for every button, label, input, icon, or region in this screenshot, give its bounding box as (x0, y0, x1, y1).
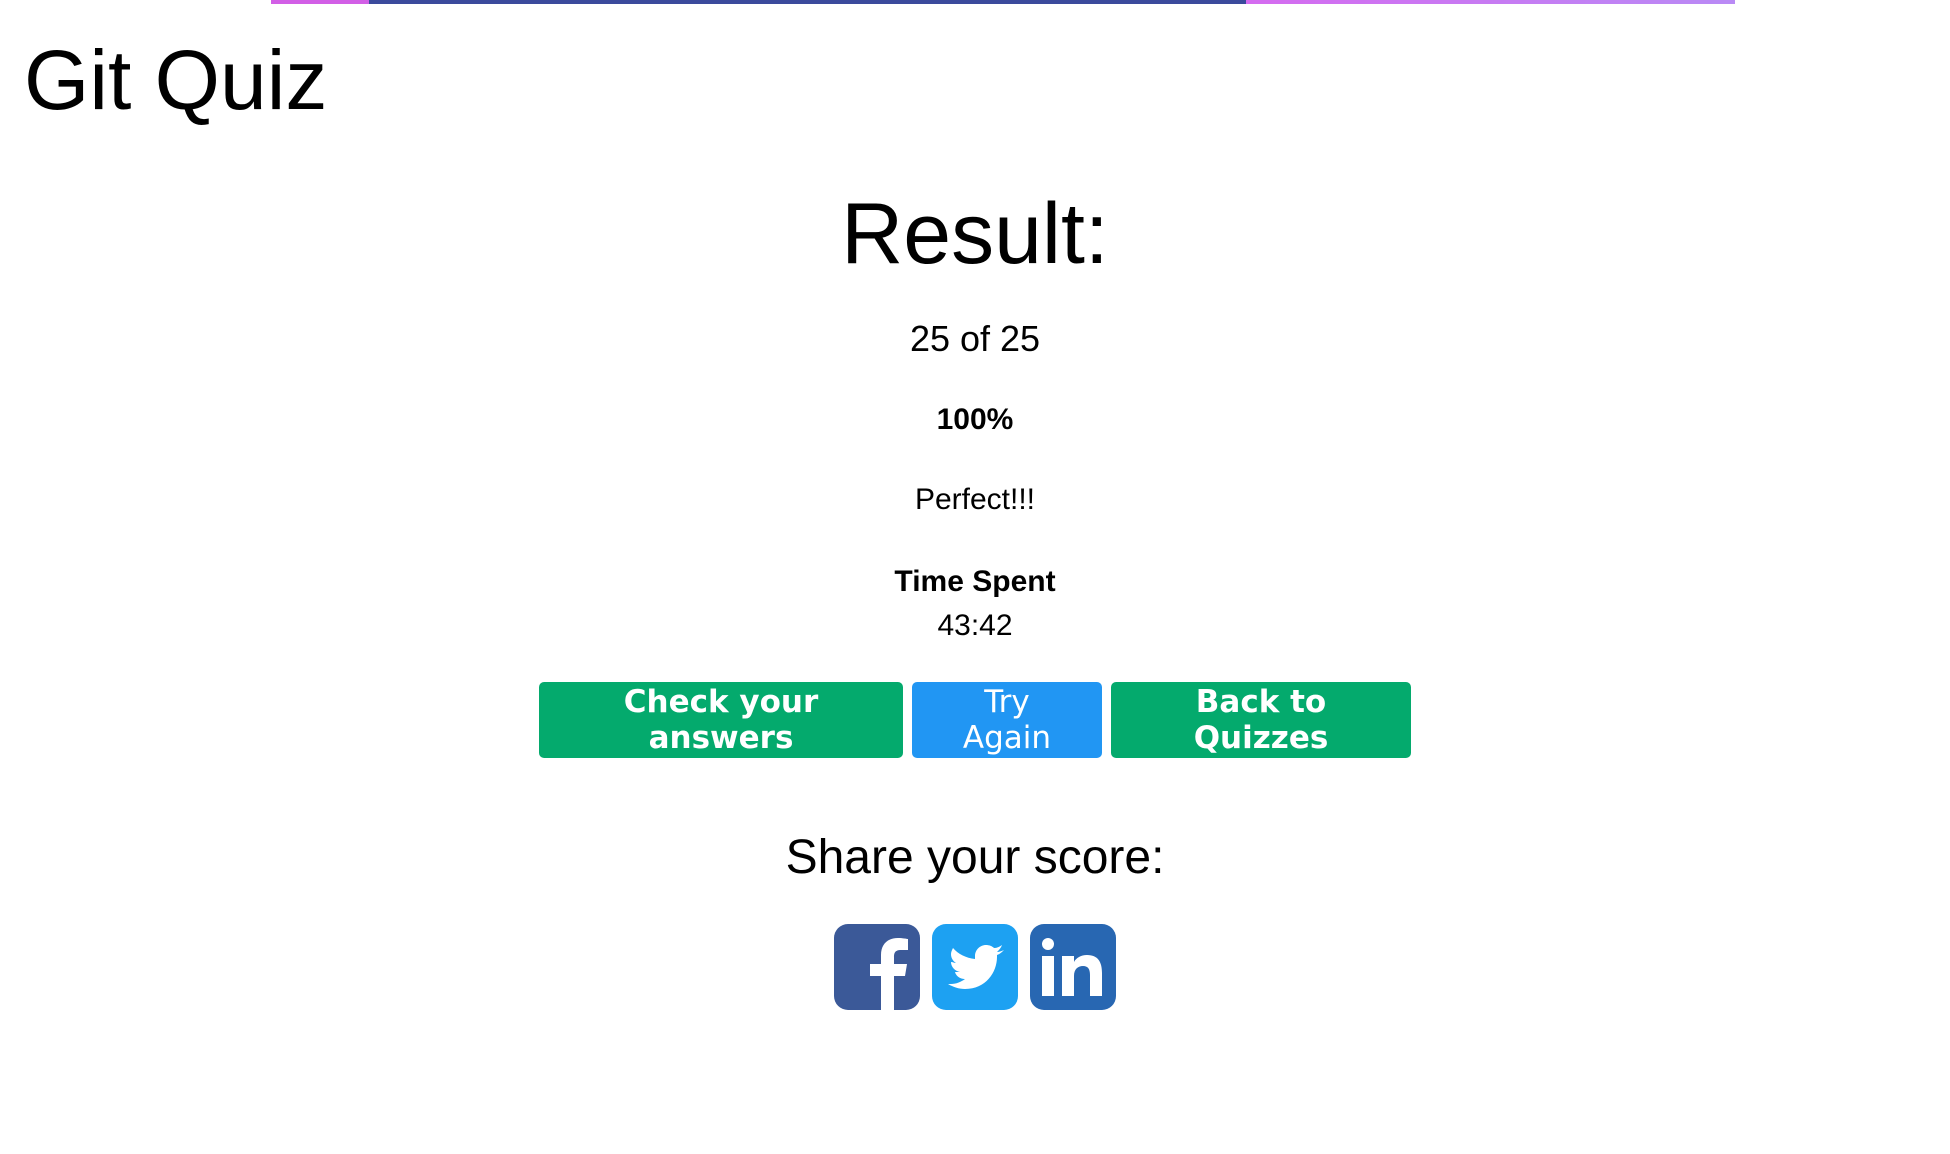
twitter-icon[interactable] (932, 924, 1018, 1010)
back-to-quizzes-button[interactable]: Back to Quizzes (1111, 682, 1411, 758)
result-actions: Check your answers Try Again Back to Qui… (0, 682, 1950, 758)
check-answers-button[interactable]: Check your answers (539, 682, 903, 758)
linkedin-glyph (1042, 938, 1102, 996)
progress-strip (271, 0, 1735, 4)
linkedin-icon[interactable] (1030, 924, 1116, 1010)
result-section: Result: 25 of 25 100% Perfect!!! Time Sp… (0, 180, 1950, 1010)
progress-strip-left (271, 0, 369, 4)
share-icons (0, 924, 1950, 1010)
time-spent-label: Time Spent (894, 565, 1056, 598)
page-title: Git Quiz (24, 33, 328, 127)
score-percent: 100% (936, 403, 1014, 436)
time-spent-value: 43:42 (937, 609, 1013, 642)
feedback-text: Perfect!!! (914, 483, 1036, 516)
try-again-button[interactable]: Try Again (912, 682, 1102, 758)
quiz-result-page: Git Quiz Result: 25 of 25 100% Perfect!!… (0, 0, 1950, 1154)
score-text: 25 of 25 (909, 318, 1041, 359)
share-heading: Share your score: (785, 831, 1165, 884)
progress-strip-right (1246, 0, 1735, 4)
result-heading: Result: (841, 186, 1109, 282)
facebook-glyph (870, 938, 908, 1010)
twitter-glyph (948, 945, 1004, 989)
facebook-icon[interactable] (834, 924, 920, 1010)
progress-strip-middle (369, 0, 1246, 4)
